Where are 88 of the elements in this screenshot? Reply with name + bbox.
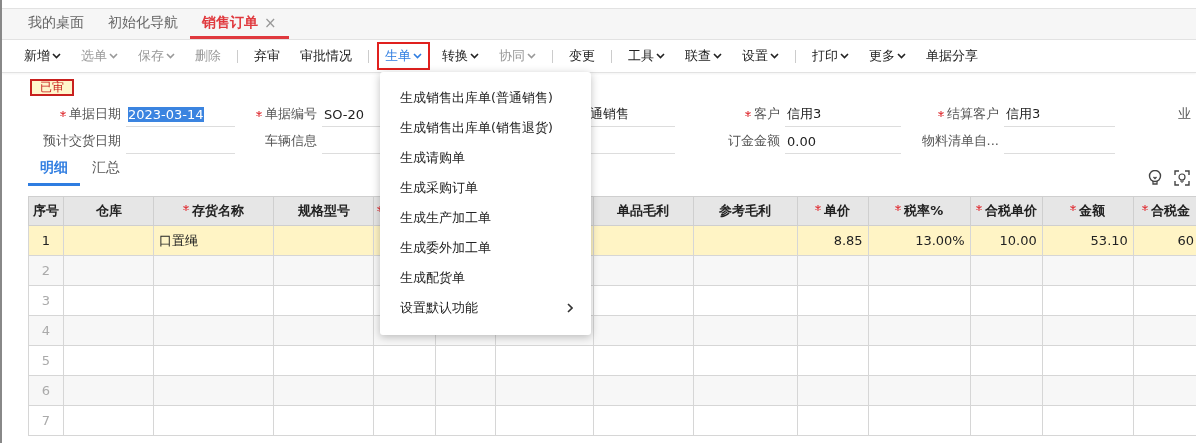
tab-label: 销售订单 [202,13,258,32]
table-cell: 13.00% [868,225,971,256]
menu-item[interactable]: 生成配货单 [380,263,591,293]
menu-item[interactable]: 设置默认功能 [380,293,591,323]
toolbar-button[interactable]: 更多 [861,42,914,70]
chevron-down-icon [656,53,665,59]
input-field[interactable]: 信用3 [785,102,901,127]
field-label: 业 [1177,105,1192,123]
required-icon [895,205,902,211]
toolbar-button[interactable]: 审批情况 [292,42,360,70]
column-header: 存货名称 [153,196,274,226]
menu-item[interactable]: 生成采购订单 [380,173,591,203]
chevron-down-icon [109,53,118,59]
toolbar-button[interactable]: 变更 [561,42,603,70]
tab[interactable]: 销售订单 × [190,9,289,39]
toolbar-button[interactable]: 转换 [434,42,487,70]
input-field[interactable]: 信用3 [1004,102,1115,127]
field-label: 单据日期 [2,102,126,126]
required-icon [975,205,982,211]
column-header: 序号 [28,196,64,226]
field-label: 单据编号 [239,102,322,126]
required-icon [1142,205,1149,211]
table-cell: 53.10 [1042,225,1134,256]
required-icon [938,111,944,117]
column-header: 金额 [1042,196,1134,226]
input-field[interactable]: 0.00 [785,129,901,154]
field-label: 物料清单自... [920,132,1000,150]
table-cell: 口置绳 [153,225,274,256]
menu-item[interactable]: 生成生产加工单 [380,203,591,233]
toolbar-button[interactable]: 单据分享 [918,42,986,70]
menu-item[interactable]: 生成请购单 [380,143,591,173]
tab[interactable]: 初始化导航 [96,9,190,39]
row-number: 2 [28,255,64,286]
toolbar-button[interactable]: 设置 [734,42,787,70]
toolbar-button[interactable]: 联查 [677,42,730,70]
chevron-down-icon [713,53,722,59]
focus-icon[interactable] [1174,170,1190,186]
table-cell: 60 [1133,225,1196,256]
chevron-down-icon [166,53,175,59]
field-label: 订金金额 [727,132,781,150]
required-icon [183,205,190,211]
row-number: 7 [28,405,64,436]
required-icon [60,111,66,117]
table-cell: 8.85 [797,225,869,256]
field-label: 车辆信息 [264,132,318,150]
field-label: 预计交货日期 [42,132,122,150]
menu-item[interactable]: 生成委外加工单 [380,233,591,263]
field-label: 结算客户 [905,102,1004,126]
required-icon [815,205,822,211]
chevron-down-icon [413,53,422,59]
chevron-down-icon [470,53,479,59]
row-number: 3 [28,285,64,316]
column-header: 仓库 [63,196,154,226]
column-header: 单价 [797,196,869,226]
tab[interactable]: 明细 [28,159,80,186]
chevron-down-icon [897,53,906,59]
column-header: 规格型号 [273,196,374,226]
column-header: 税率% [868,196,971,226]
row-number: 4 [28,315,64,346]
row-number: 6 [28,375,64,406]
required-icon [1070,205,1077,211]
column-header: 单品毛利 [593,196,693,226]
column-header: 合税单价 [970,196,1043,226]
tab-label: 我的桌面 [28,13,84,32]
tab-label: 初始化导航 [108,13,178,32]
required-icon [745,111,751,117]
toolbar-button[interactable]: 工具 [620,42,673,70]
input-field[interactable]: 2023-03-14 [126,102,235,127]
toolbar-button[interactable]: 弃审 [246,42,288,70]
column-header: 参考毛利 [693,196,798,226]
column-header: 合税金 [1133,196,1196,226]
field-label: 客户 [679,102,785,126]
chevron-down-icon [770,53,779,59]
required-icon [256,111,262,117]
chevron-right-icon [567,303,573,313]
row-number: 1 [28,225,64,256]
tab[interactable]: 我的桌面 [16,9,96,39]
chevron-down-icon [527,53,536,59]
toolbar-button[interactable]: 打印 [804,42,857,70]
table-cell: 10.00 [970,225,1043,256]
chevron-down-icon [840,53,849,59]
row-number: 5 [28,345,64,376]
toolbar-button[interactable]: 新增 [16,42,69,70]
chevron-down-icon [52,53,61,59]
lightbulb-icon[interactable] [1148,170,1162,186]
toolbar-button[interactable]: 生单 [377,42,430,70]
tab[interactable]: 汇总 [80,159,132,186]
status-badge: 已审 [30,79,74,96]
